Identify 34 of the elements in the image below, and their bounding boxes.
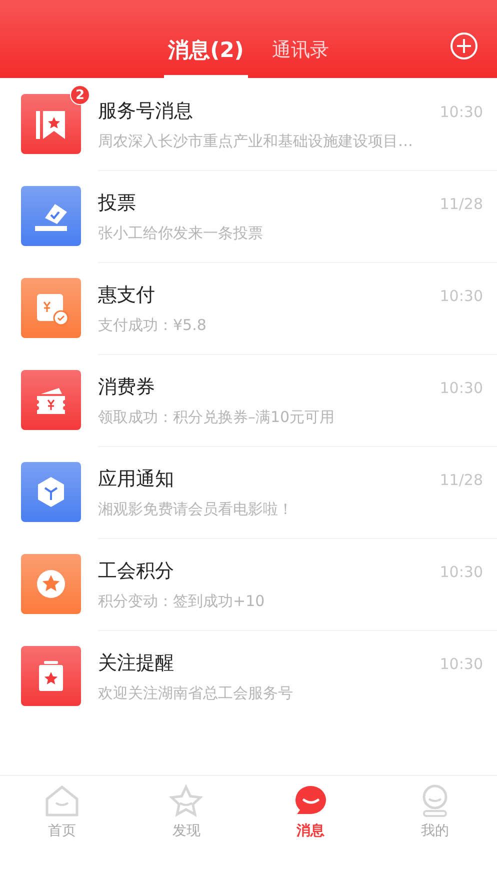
message-time: 11/28 [440,195,483,213]
nav-tab[interactable]: 消息 [248,776,373,851]
message-preview: 支付成功：¥5.8 [98,316,208,335]
add-icon[interactable] [450,32,478,60]
conversation-item[interactable]: 应用通知 11/28 湘观影免费请会员看电影啦！ [0,446,497,538]
message-time: 10:30 [440,379,483,397]
message-preview: 积分变动：签到成功+10 [98,592,266,611]
message-time: 11/28 [440,471,483,489]
conversation-item[interactable]: 2 服务号消息 10:30 周农深入长沙市重点产业和基础设施建设项目… [0,78,497,170]
conversation-item[interactable]: 关注提醒 10:30 欢迎关注湖南省总工会服务号 [0,630,497,722]
conversation-title: 服务号消息 [98,98,193,124]
conversation-title: 应用通知 [98,467,174,492]
star-icon [168,784,204,818]
conversation-item[interactable]: 消费券 10:30 领取成功：积分兑换券–满10元可用 [0,354,497,446]
conversation-title: 投票 [98,191,136,216]
message-time: 10:30 [440,655,483,673]
house-icon [44,784,80,818]
message-preview: 湘观影免费请会员看电影啦！ [98,500,294,519]
conversation-title: 关注提醒 [98,651,174,676]
header-tab[interactable]: 消息(2) [164,36,248,78]
message-preview: 欢迎关注湖南省总工会服务号 [98,684,294,703]
message-preview: 周农深入长沙市重点产业和基础设施建设项目… [98,132,414,150]
message-preview: 领取成功：积分兑换券–满10元可用 [98,408,336,427]
message-time: 10:30 [440,102,483,120]
message-preview: 张小工给你发来一条投票 [98,224,264,243]
message-time: 10:30 [440,287,483,305]
conversation-item[interactable]: 投票 11/28 张小工给你发来一条投票 [0,170,497,262]
conversation-title: 惠支付 [98,283,155,308]
conversation-item[interactable]: 工会积分 10:30 积分变动：签到成功+10 [0,538,497,630]
unread-badge: 2 [70,85,90,105]
message-time: 10:30 [440,563,483,581]
conversation-item[interactable]: 惠支付 10:30 支付成功：¥5.8 [0,262,497,354]
conversation-title: 工会积分 [98,559,174,584]
conversation-title: 消费券 [98,375,155,400]
